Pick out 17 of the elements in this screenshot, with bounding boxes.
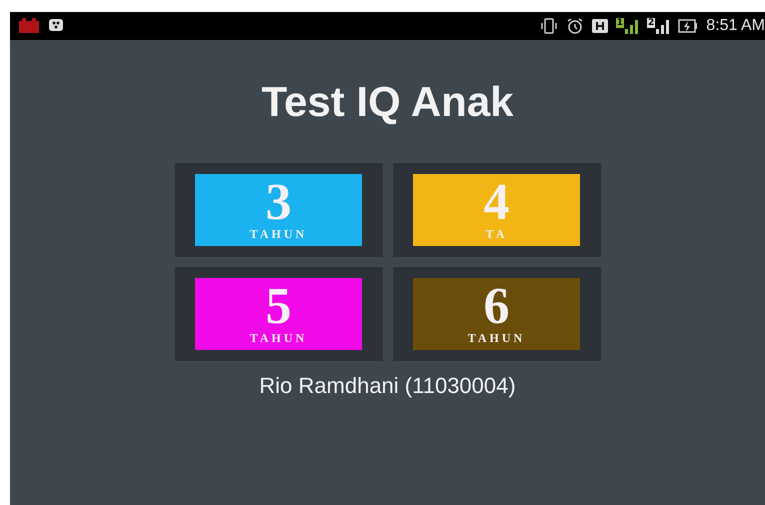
author-text: Rio Ramdhani (11030004) (259, 373, 516, 399)
signal-icon (625, 18, 640, 34)
chat-icon (48, 18, 64, 34)
signal-icon (656, 18, 670, 34)
sim-label: 2 (647, 18, 656, 28)
clock-time: 8:51 AM (706, 17, 765, 35)
age-tile[interactable]: 6 TAHUN (413, 278, 580, 350)
app-title: Test IQ Anak (261, 78, 514, 126)
age-tile[interactable]: 4 TA (413, 174, 580, 246)
age-tile[interactable]: 5 TAHUN (195, 278, 362, 350)
alarm-icon (566, 17, 584, 35)
age-tile[interactable]: 3 TAHUN (195, 174, 362, 246)
sim-label: 1 (616, 18, 624, 28)
notification-icon (18, 18, 40, 34)
vibrate-icon (540, 17, 558, 35)
network-icon (592, 18, 608, 34)
battery-charging-icon (678, 18, 698, 34)
